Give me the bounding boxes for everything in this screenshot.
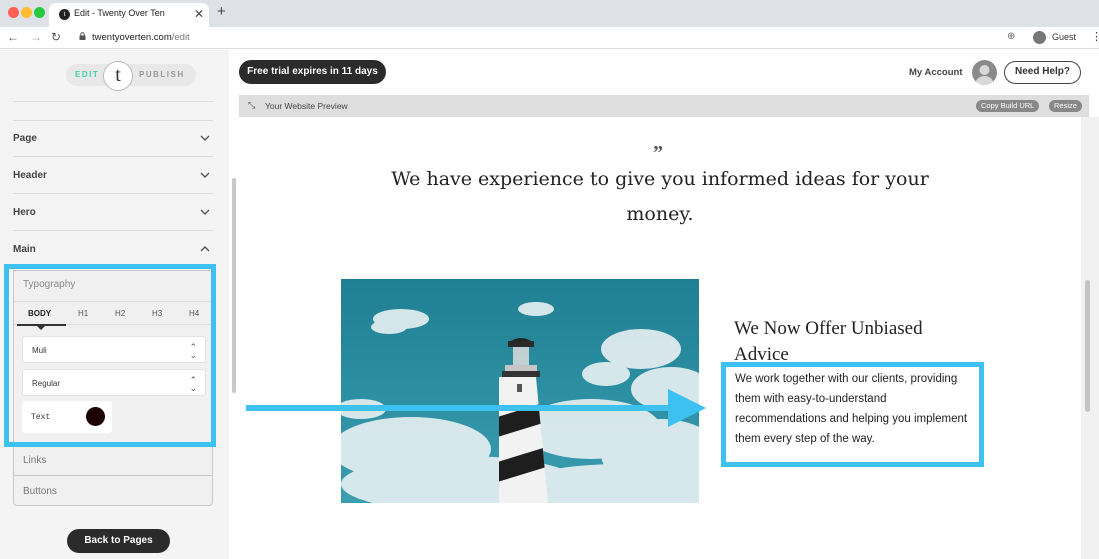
url-path: /edit [171, 32, 190, 43]
zoom-icon[interactable]: ⊕ [1007, 31, 1015, 42]
section-header[interactable]: Header [13, 158, 213, 194]
profile-label[interactable]: Guest [1052, 32, 1076, 42]
sidebar-scrollbar[interactable] [232, 178, 236, 393]
trial-badge[interactable]: Free trial expires in 11 days [239, 60, 386, 84]
testimonial-quote: We have experience to give you informed … [391, 168, 929, 225]
site-favicon-icon: t [59, 9, 70, 20]
browser-tab[interactable]: t Edit - Twenty Over Ten ✕ [49, 3, 209, 27]
preview-header: ⤡ Your Website Preview Copy Build URL Re… [239, 95, 1089, 117]
preview-scroll-track [1081, 117, 1099, 559]
tab-title: Edit - Twenty Over Ten [74, 8, 165, 18]
links-item[interactable]: Links [14, 444, 212, 475]
buttons-label: Buttons [23, 486, 57, 497]
preview-title: Your Website Preview [265, 101, 348, 111]
address-bar: ← → ↻ twentyoverten.com/edit ⊕ Guest ⋮ [0, 27, 1099, 49]
minimize-window-dot[interactable] [21, 7, 32, 18]
chevron-down-icon [200, 135, 210, 141]
copy-build-url-button[interactable]: Copy Build URL [976, 100, 1040, 112]
profile-avatar-icon[interactable] [1033, 31, 1046, 44]
resize-button[interactable]: Resize [1049, 100, 1082, 112]
section-label: Hero [13, 207, 36, 218]
section-page[interactable]: Page [13, 121, 213, 157]
avatar[interactable] [972, 60, 997, 85]
brand-logo: t [103, 61, 133, 91]
chevron-down-icon [200, 209, 210, 215]
section-label: Header [13, 170, 47, 181]
section-hero[interactable]: Hero [13, 195, 213, 231]
back-arrow-icon[interactable]: ← [7, 30, 19, 44]
section-main[interactable]: Main [13, 232, 213, 268]
back-to-pages-button[interactable]: Back to Pages [67, 529, 170, 553]
new-tab-icon[interactable]: + [217, 4, 226, 20]
chevron-up-icon [200, 246, 210, 252]
forward-arrow-icon[interactable]: → [30, 30, 42, 44]
maximize-window-dot[interactable] [34, 7, 45, 18]
browser-menu-icon[interactable]: ⋮ [1091, 30, 1099, 43]
browser-tab-bar: t Edit - Twenty Over Ten ✕ + [0, 0, 1099, 27]
chevron-down-icon [200, 172, 210, 178]
buttons-item[interactable]: Buttons [14, 475, 212, 506]
url-host: twentyoverten.com [92, 32, 172, 43]
links-label: Links [23, 455, 47, 466]
close-window-dot[interactable] [8, 7, 19, 18]
arrow-right-icon [246, 389, 706, 427]
mode-edit-label[interactable]: EDIT [75, 70, 99, 79]
close-tab-icon[interactable]: ✕ [194, 6, 204, 22]
reload-icon[interactable]: ↻ [51, 30, 61, 44]
section-label: Main [13, 244, 36, 255]
body-text-highlight [721, 362, 984, 467]
need-help-button[interactable]: Need Help? [1004, 61, 1081, 84]
typography-highlight [4, 264, 216, 447]
section-label: Page [13, 133, 37, 144]
preview-scrollbar[interactable] [1085, 280, 1090, 412]
user-icon [975, 65, 994, 85]
url-field[interactable]: twentyoverten.com/edit [92, 32, 190, 43]
mode-publish-label[interactable]: PUBLISH [139, 70, 185, 79]
my-account-link[interactable]: My Account [909, 67, 962, 78]
offer-heading: We Now Offer Unbiased Advice [734, 318, 923, 365]
lock-icon [79, 32, 86, 40]
sidebar-divider [13, 101, 213, 102]
expand-icon[interactable]: ⤡ [248, 100, 255, 111]
